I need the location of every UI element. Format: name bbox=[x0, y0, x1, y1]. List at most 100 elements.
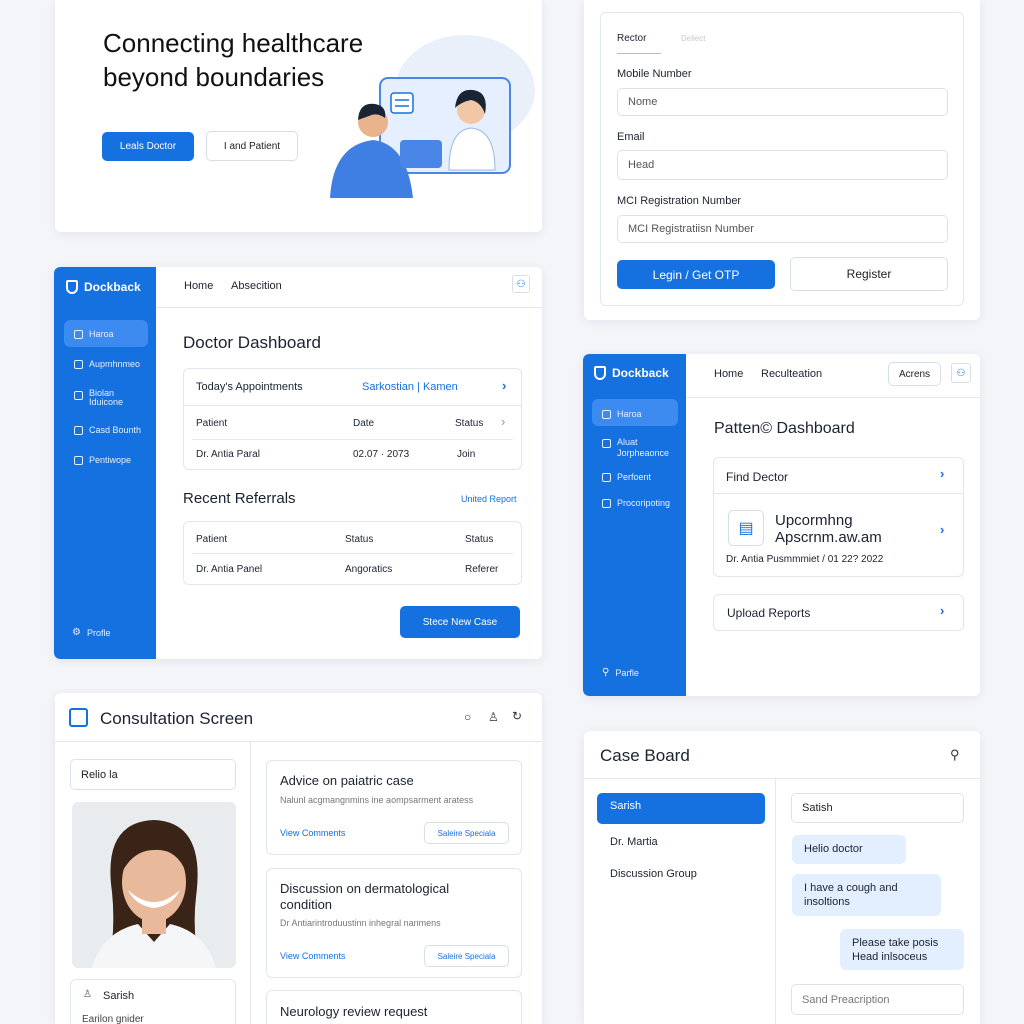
patient-button[interactable]: I and Patient bbox=[206, 131, 298, 161]
nav-home[interactable]: Home bbox=[184, 280, 213, 292]
search-icon[interactable]: ⚲ bbox=[950, 747, 960, 763]
find-doctor-card[interactable]: Find Dector › ▤ Upcormhng Apscrnm.aw.am … bbox=[713, 457, 964, 577]
ref-patient: Dr. Antia Panel bbox=[196, 564, 263, 575]
lead-doctor-button[interactable]: Leals Doctor bbox=[102, 132, 194, 161]
chevron-right-icon[interactable]: › bbox=[502, 378, 506, 393]
sidebar-item-profile[interactable]: ⚲ Parfle bbox=[602, 667, 639, 678]
doc-icon bbox=[74, 455, 83, 465]
case-board-title: Case Board bbox=[600, 746, 690, 765]
specialist-tag[interactable]: Saleire Speciala bbox=[424, 822, 509, 844]
nav-absecition[interactable]: Absecition bbox=[231, 280, 282, 292]
sidebar-item-procoripoting[interactable]: Procoripoting bbox=[602, 498, 670, 508]
tab-underline bbox=[617, 53, 661, 54]
email-label: Email bbox=[617, 131, 645, 143]
referrals-link[interactable]: United Report bbox=[461, 494, 517, 504]
search-icon[interactable]: ○ bbox=[464, 710, 471, 724]
login-otp-button[interactable]: Legin / Get OTP bbox=[617, 260, 775, 289]
refresh-icon[interactable]: ↻ bbox=[512, 709, 522, 723]
find-doctor-label: Find Dector bbox=[726, 470, 789, 484]
referrals-divider bbox=[192, 553, 513, 554]
ref-status: Angoratics bbox=[345, 564, 393, 575]
ref-col-status: Status bbox=[345, 534, 374, 545]
user-icon[interactable]: ♙ bbox=[488, 710, 499, 724]
hero-card: Connecting healthcare beyond boundaries … bbox=[55, 0, 542, 232]
home-icon bbox=[74, 329, 83, 339]
appointments-title: Today's Appointments bbox=[196, 381, 303, 393]
chevron-right-icon: › bbox=[501, 414, 506, 429]
specialist-tag[interactable]: Saleire Speciala bbox=[424, 945, 509, 967]
chat-message: I have a cough and insoltions bbox=[792, 874, 941, 916]
clipboard-icon: ▤ bbox=[728, 510, 764, 546]
sidebar-item-case-board[interactable]: Casd Bounth bbox=[74, 425, 141, 435]
panel-divider bbox=[250, 741, 251, 1024]
brand-logo: Dockback bbox=[66, 280, 141, 294]
list-item[interactable]: Discussion Group bbox=[610, 868, 697, 880]
nav-home[interactable]: Home bbox=[714, 368, 743, 380]
sidebar-item-home[interactable]: Haroa bbox=[74, 329, 114, 339]
consultation-title: Consultation Screen bbox=[100, 709, 254, 728]
col-patient: Patient bbox=[196, 418, 228, 429]
folder-icon bbox=[74, 391, 83, 400]
mci-label: MCI Registration Number bbox=[617, 195, 742, 207]
login-card: Rector Dellect Mobile Number Nome Email … bbox=[584, 0, 980, 320]
mci-input[interactable]: MCI Registratiisn Number bbox=[617, 215, 948, 243]
telemedicine-illustration bbox=[330, 35, 535, 198]
chat-message: Helio doctor bbox=[792, 835, 906, 864]
tab-dellect[interactable]: Dellect bbox=[681, 34, 705, 43]
case-title: Discussion on dermatological condition bbox=[280, 881, 450, 912]
ref-referer: Referer bbox=[465, 564, 499, 575]
gear-icon: ⚙ bbox=[72, 627, 81, 638]
sidebar-item-aluat[interactable]: Aluat Jorpheaonce bbox=[602, 437, 669, 459]
user-icon[interactable]: ⚇ bbox=[512, 275, 530, 293]
appointments-link[interactable]: Sarkostian | Kamen bbox=[362, 381, 458, 393]
search-icon: ⚲ bbox=[602, 667, 610, 678]
referrals-card: Patient Status Status Dr. Antia Panel An… bbox=[183, 521, 522, 585]
card-divider bbox=[714, 493, 963, 494]
sidebar-item-appointments[interactable]: Aupmhnmeo bbox=[74, 359, 140, 369]
chevron-right-icon[interactable]: › bbox=[940, 522, 944, 537]
case-card[interactable]: Neurology review request bbox=[266, 990, 522, 1024]
ref-col-status2: Status bbox=[465, 534, 494, 545]
header-divider bbox=[584, 778, 980, 779]
upload-reports-card[interactable]: Upload Reports › bbox=[713, 594, 964, 631]
sidebar-item-profile[interactable]: ⚙ Profle bbox=[72, 627, 110, 638]
user-icon[interactable]: ⚇ bbox=[951, 363, 971, 383]
doctor-photo bbox=[72, 802, 236, 968]
new-case-button[interactable]: Stece New Case bbox=[400, 606, 520, 638]
referrals-title: Recent Referrals bbox=[183, 490, 296, 507]
prescription-input[interactable]: Sand Preacription bbox=[791, 984, 964, 1015]
sidebar-item-pentiwope[interactable]: Pentiwope bbox=[74, 455, 131, 465]
mobile-input[interactable]: Nome bbox=[617, 88, 948, 116]
acrens-button[interactable]: Acrens bbox=[888, 362, 941, 386]
patient-sidebar: Dockback Haroa Aluat Jorpheaonce Perfoent… bbox=[583, 354, 686, 696]
nav-reculteation[interactable]: Reculteation bbox=[761, 368, 822, 380]
list-item-active[interactable]: Sarish bbox=[597, 793, 765, 824]
case-card[interactable]: Discussion on dermatological condition D… bbox=[266, 868, 522, 978]
email-input[interactable]: Head bbox=[617, 150, 948, 180]
appt-date: 02.07 · 2073 bbox=[353, 449, 410, 460]
view-comments-link[interactable]: View Comments bbox=[280, 951, 345, 961]
case-title: Advice on paiatric case bbox=[280, 773, 414, 788]
brand-logo: Dockback bbox=[594, 366, 669, 380]
col-status: Status bbox=[455, 418, 484, 429]
calendar-icon bbox=[602, 439, 611, 448]
sidebar-item-perfoent[interactable]: Perfoent bbox=[602, 472, 651, 482]
mobile-label: Mobile Number bbox=[617, 68, 692, 80]
register-button[interactable]: Register bbox=[790, 257, 948, 291]
sidebar-item-biolan[interactable]: Biolan Iduicone bbox=[74, 389, 123, 407]
case-card[interactable]: Advice on paiatric case Nalunl acgmangnm… bbox=[266, 760, 522, 855]
page-title: Patten© Dashboard bbox=[714, 420, 855, 437]
tab-rector[interactable]: Rector bbox=[617, 33, 646, 44]
list-item[interactable]: Dr. Martia bbox=[610, 836, 658, 848]
patient-dashboard: Dockback Haroa Aluat Jorpheaonce Perfoent… bbox=[583, 354, 980, 696]
doctor-role: Earilon gnider bbox=[82, 1014, 144, 1024]
col-date: Date bbox=[353, 418, 375, 429]
doctor-sidebar: Dockback Haroa Aupmhnmeo Biolan Iduicone … bbox=[54, 267, 156, 659]
calendar-icon bbox=[74, 359, 83, 369]
upcoming-detail: Dr. Antia Pusmmmiet / 01 22? 2022 bbox=[726, 554, 884, 565]
sidebar-item-home[interactable]: Haroa bbox=[602, 409, 642, 419]
view-comments-link[interactable]: View Comments bbox=[280, 828, 345, 838]
appt-status[interactable]: Join bbox=[457, 449, 475, 460]
search-input[interactable]: Relio la bbox=[70, 759, 236, 790]
panel-divider bbox=[775, 778, 776, 1024]
